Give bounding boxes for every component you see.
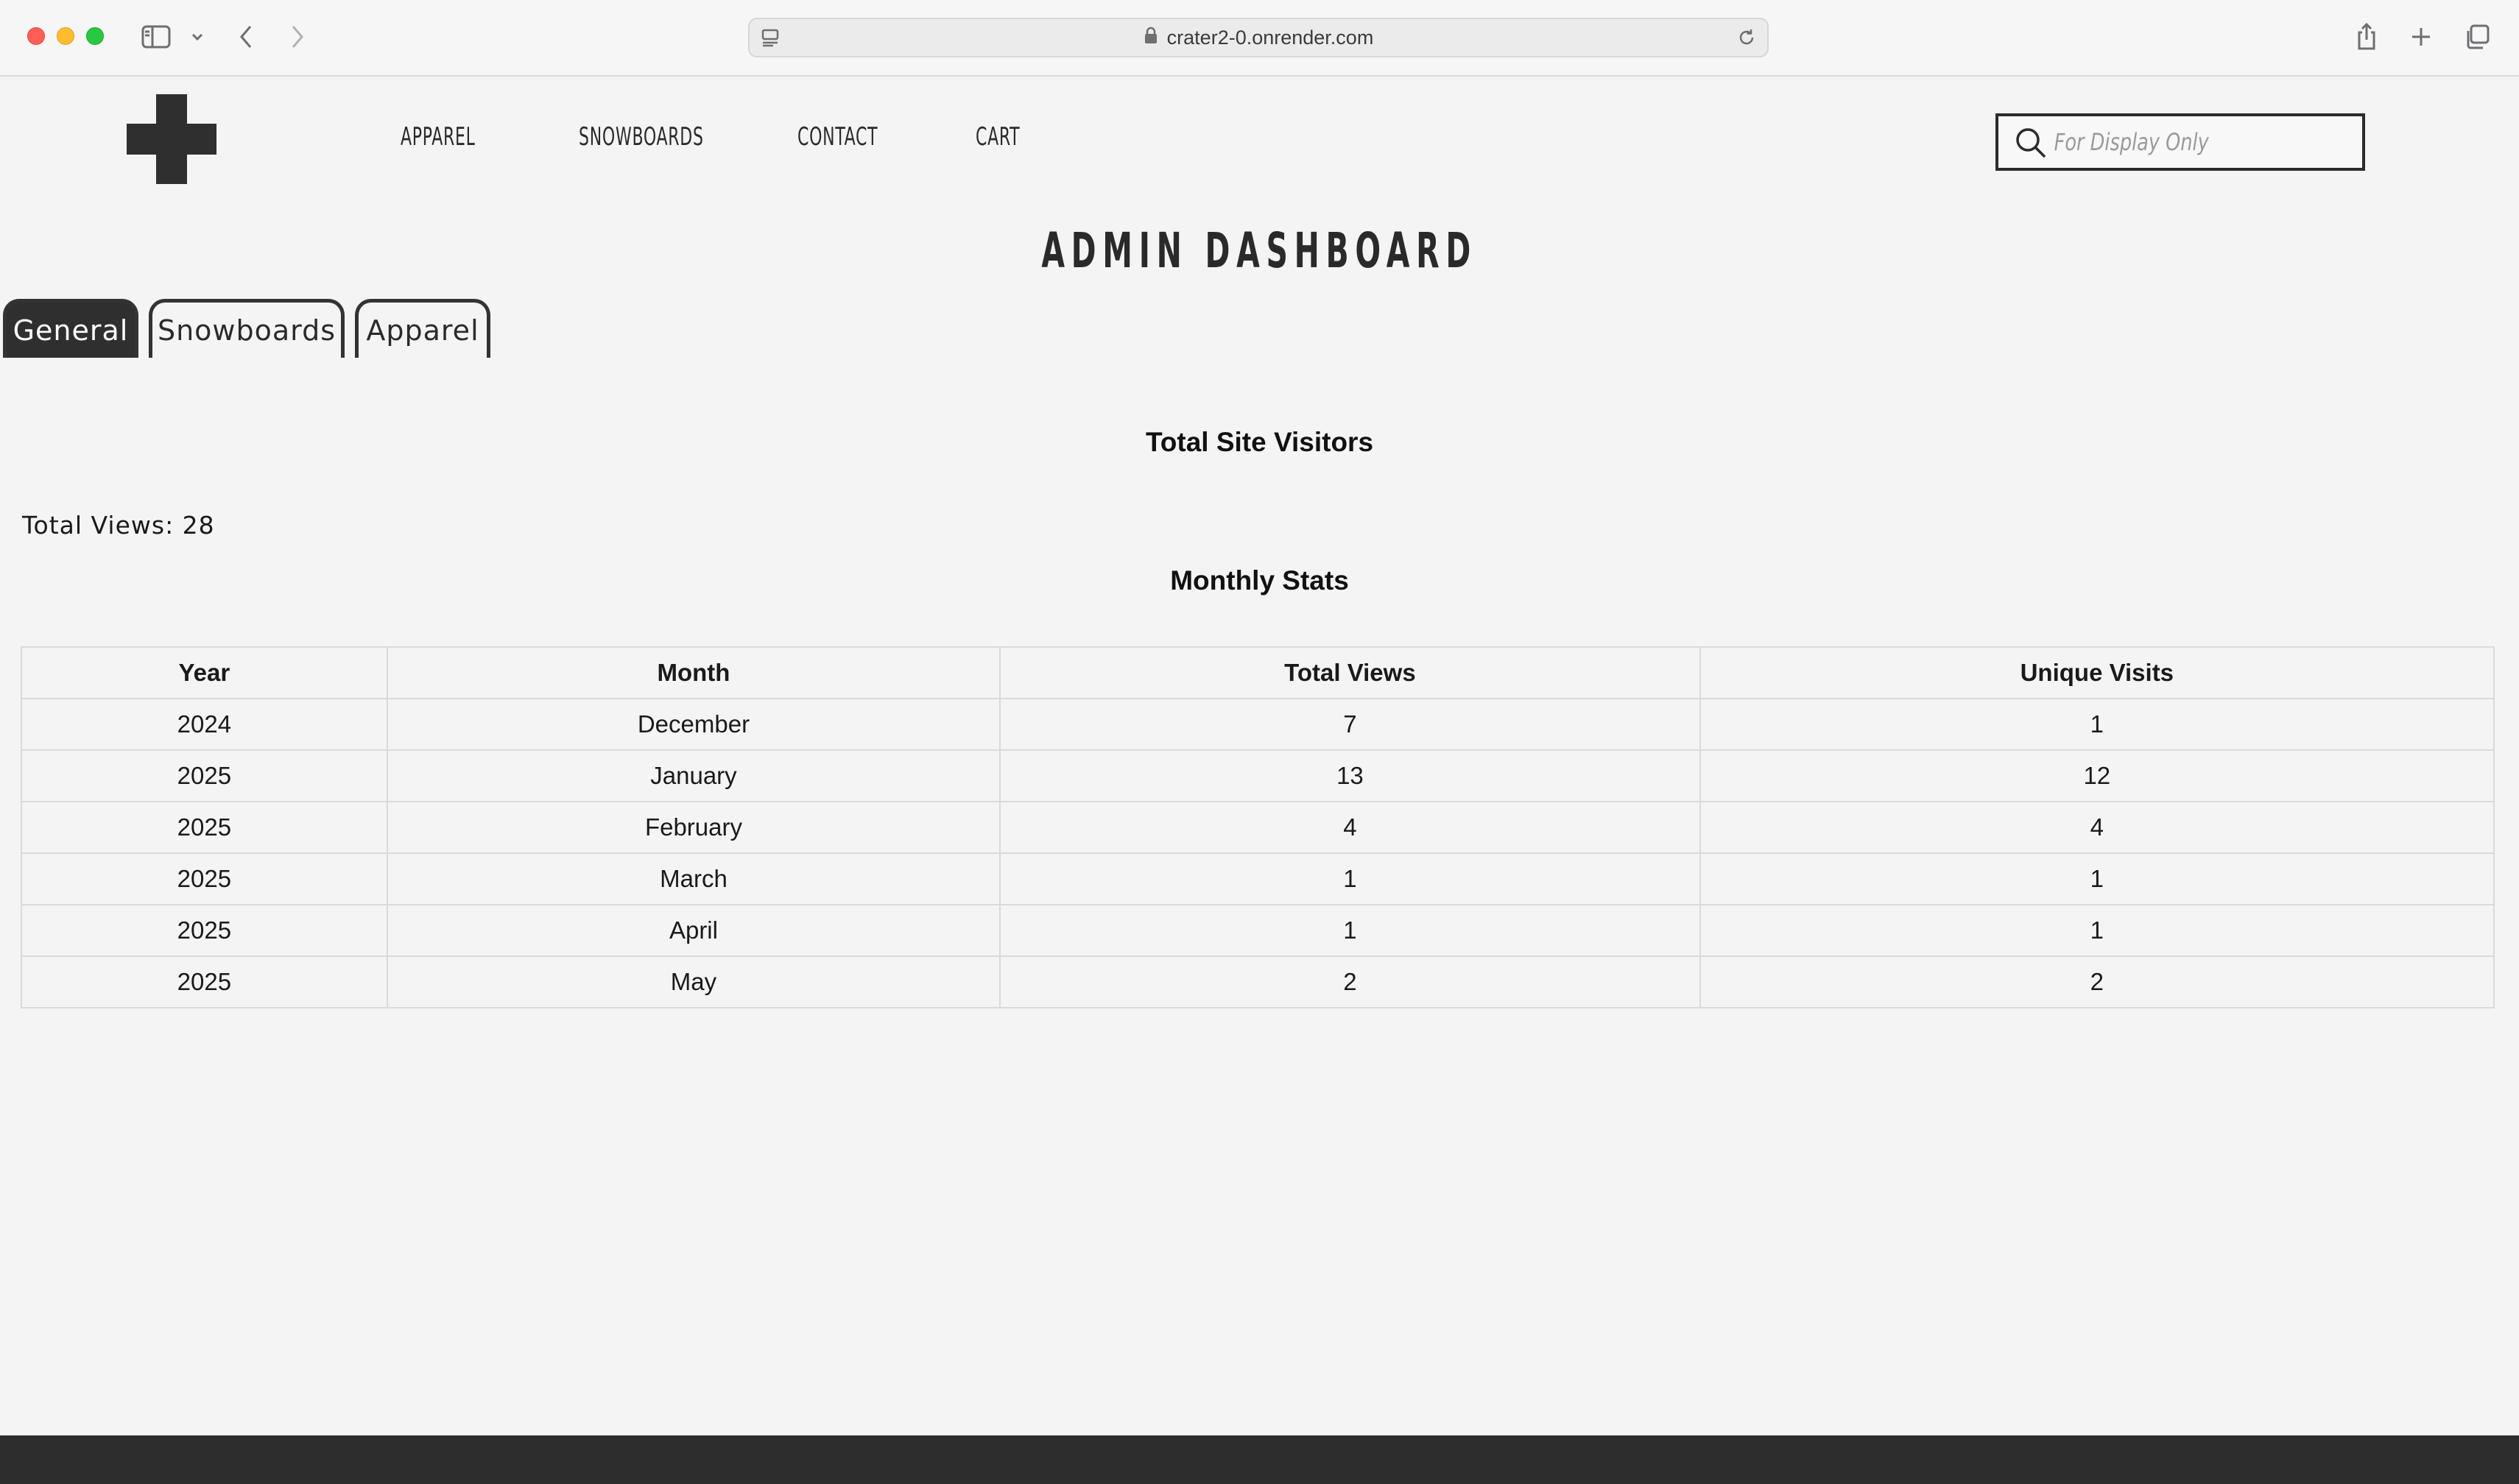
lock-icon <box>1144 26 1158 49</box>
cell-total-views: 7 <box>999 698 1701 751</box>
minimize-window-button[interactable] <box>57 27 74 45</box>
tab-overview-icon[interactable] <box>2461 21 2493 53</box>
nav-snowboards[interactable]: SNOWBOARDS <box>579 122 704 152</box>
cell-year: 2025 <box>21 749 388 802</box>
url-text: crater2-0.onrender.com <box>1166 26 1374 49</box>
close-window-button[interactable] <box>27 27 45 45</box>
search-input[interactable] <box>2053 121 2347 163</box>
nav-contact[interactable]: CONTACT <box>797 122 878 152</box>
tab-apparel[interactable]: Apparel <box>355 299 490 358</box>
plus-logo-icon[interactable] <box>127 94 216 184</box>
search-icon <box>2015 127 2047 163</box>
cell-month: January <box>386 749 1001 802</box>
cell-month: March <box>386 852 1001 905</box>
footer-bar <box>0 1435 2519 1484</box>
reload-icon[interactable] <box>1736 27 1757 52</box>
total-views-text: Total Views: 28 <box>22 511 215 540</box>
monthly-stats-heading: Monthly Stats <box>1170 565 1349 596</box>
cell-year: 2024 <box>21 698 388 751</box>
nav-apparel[interactable]: APPAREL <box>401 122 476 152</box>
cell-total-views: 4 <box>999 801 1701 854</box>
sidebar-toggle-icon[interactable] <box>140 21 172 53</box>
tab-snowboards[interactable]: Snowboards <box>149 299 345 358</box>
table-row: 2025 May 2 2 <box>21 955 2495 1008</box>
cell-year: 2025 <box>21 852 388 905</box>
chevron-down-icon[interactable] <box>181 21 214 53</box>
table-row: 2025 January 13 12 <box>21 749 2495 802</box>
cell-year: 2025 <box>21 801 388 854</box>
share-icon[interactable] <box>2350 21 2383 53</box>
column-header-month: Month <box>386 646 1001 699</box>
browser-toolbar: crater2-0.onrender.com <box>0 0 2519 77</box>
address-bar[interactable]: crater2-0.onrender.com <box>748 18 1769 57</box>
forward-icon[interactable] <box>281 21 314 53</box>
column-header-unique-visits: Unique Visits <box>1699 646 2495 699</box>
cell-unique-visits: 1 <box>1699 698 2495 751</box>
cell-month: April <box>386 904 1001 957</box>
table-row: 2025 March 1 1 <box>21 852 2495 905</box>
total-site-visitors-heading: Total Site Visitors <box>1145 427 1374 457</box>
cell-unique-visits: 2 <box>1699 955 2495 1008</box>
monthly-stats-table: Year Month Total Views Unique Visits 202… <box>21 646 2495 1008</box>
tab-general[interactable]: General <box>3 299 138 358</box>
cell-unique-visits: 12 <box>1699 749 2495 802</box>
cell-unique-visits: 4 <box>1699 801 2495 854</box>
table-row: 2025 April 1 1 <box>21 904 2495 957</box>
column-header-total-views: Total Views <box>999 646 1701 699</box>
cell-unique-visits: 1 <box>1699 904 2495 957</box>
table-row: 2024 December 7 1 <box>21 698 2495 751</box>
page-title: ADMIN DASHBOARD <box>1041 222 1478 279</box>
back-icon[interactable] <box>230 21 262 53</box>
cell-total-views: 2 <box>999 955 1701 1008</box>
cell-month: February <box>386 801 1001 854</box>
cell-total-views: 1 <box>999 852 1701 905</box>
cell-year: 2025 <box>21 904 388 957</box>
table-header-row: Year Month Total Views Unique Visits <box>21 646 2495 699</box>
website: APPAREL SNOWBOARDS CONTACT CART ADMIN DA… <box>0 78 2519 1435</box>
table-row: 2025 February 4 4 <box>21 801 2495 854</box>
cell-month: December <box>386 698 1001 751</box>
cell-year: 2025 <box>21 955 388 1008</box>
new-tab-icon[interactable] <box>2405 21 2437 53</box>
cell-month: May <box>386 955 1001 1008</box>
column-header-year: Year <box>21 646 388 699</box>
zoom-window-button[interactable] <box>86 27 104 45</box>
cell-unique-visits: 1 <box>1699 852 2495 905</box>
search-box <box>1995 113 2365 171</box>
cell-total-views: 13 <box>999 749 1701 802</box>
cell-total-views: 1 <box>999 904 1701 957</box>
nav-cart[interactable]: CART <box>976 122 1020 152</box>
